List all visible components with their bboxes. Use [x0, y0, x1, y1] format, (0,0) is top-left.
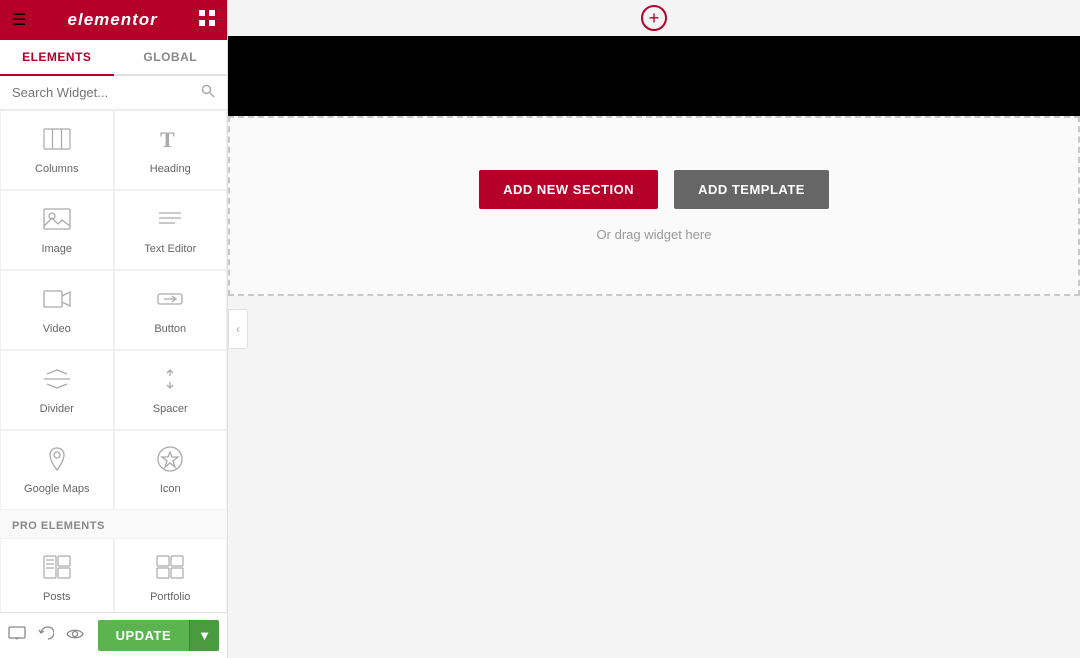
heading-icon: T — [156, 125, 184, 157]
widget-divider-label: Divider — [40, 403, 74, 415]
black-header-section — [228, 36, 1080, 116]
widget-portfolio-label: Portfolio — [150, 591, 190, 603]
svg-text:T: T — [160, 127, 175, 152]
search-bar — [0, 76, 227, 110]
main-canvas: + ADD NEW SECTION ADD TEMPLATE Or drag w… — [228, 0, 1080, 658]
search-icon[interactable] — [201, 84, 215, 101]
button-icon — [156, 285, 184, 317]
update-button-group: UPDATE ▼ — [98, 620, 219, 651]
widget-icon[interactable]: Icon — [114, 430, 228, 510]
divider-icon — [43, 365, 71, 397]
add-new-section-button[interactable]: ADD NEW SECTION — [479, 170, 658, 209]
widget-icon-label: Icon — [160, 483, 181, 495]
widget-google-maps-label: Google Maps — [24, 483, 89, 495]
widget-heading[interactable]: T Heading — [114, 110, 228, 190]
tab-global[interactable]: GLOBAL — [114, 40, 228, 74]
add-template-button[interactable]: ADD TEMPLATE — [674, 170, 829, 209]
widget-text-editor[interactable]: Text Editor — [114, 190, 228, 270]
image-icon — [43, 205, 71, 237]
widget-spacer[interactable]: Spacer — [114, 350, 228, 430]
undo-icon[interactable] — [38, 626, 54, 645]
icon-widget-icon — [156, 445, 184, 477]
pro-elements-label: PRO ELEMENTS — [0, 510, 227, 538]
add-section-top[interactable]: + — [228, 0, 1080, 36]
update-arrow-button[interactable]: ▼ — [189, 620, 219, 651]
widget-image[interactable]: Image — [0, 190, 114, 270]
google-maps-icon — [43, 445, 71, 477]
elements-grid: Columns T Heading — [0, 110, 227, 510]
bottom-bar: UPDATE ▼ — [0, 612, 227, 658]
bottom-icons — [8, 626, 84, 645]
elementor-logo: elementor — [68, 10, 158, 30]
sidebar: ☰ elementor ELEMENTS GLOBAL — [0, 0, 228, 658]
spacer-icon — [156, 365, 184, 397]
widget-video-label: Video — [43, 323, 71, 335]
widget-google-maps[interactable]: Google Maps — [0, 430, 114, 510]
tab-elements[interactable]: ELEMENTS — [0, 40, 114, 76]
drag-hint: Or drag widget here — [597, 227, 712, 242]
pro-elements-grid: Posts Portfolio — [0, 538, 227, 612]
video-icon — [43, 285, 71, 317]
widget-columns-label: Columns — [35, 163, 78, 175]
eye-icon[interactable] — [66, 627, 84, 645]
widget-text-editor-label: Text Editor — [144, 243, 196, 255]
widget-spacer-label: Spacer — [153, 403, 188, 415]
widget-divider[interactable]: Divider — [0, 350, 114, 430]
widget-heading-label: Heading — [150, 163, 191, 175]
portfolio-icon — [156, 553, 184, 585]
tab-bar: ELEMENTS GLOBAL — [0, 40, 227, 76]
search-input[interactable] — [12, 85, 201, 100]
posts-icon — [43, 553, 71, 585]
widget-portfolio[interactable]: Portfolio — [114, 538, 228, 612]
drop-area: ADD NEW SECTION ADD TEMPLATE Or drag wid… — [228, 116, 1080, 296]
desktop-icon[interactable] — [8, 626, 26, 645]
columns-icon — [43, 125, 71, 157]
collapse-sidebar-button[interactable]: ‹ — [228, 309, 248, 349]
top-bar: ☰ elementor — [0, 0, 227, 40]
widget-posts-label: Posts — [43, 591, 71, 603]
widget-button[interactable]: Button — [114, 270, 228, 350]
grid-icon[interactable] — [199, 10, 215, 31]
widget-video[interactable]: Video — [0, 270, 114, 350]
hamburger-icon[interactable]: ☰ — [12, 10, 26, 30]
widget-posts[interactable]: Posts — [0, 538, 114, 612]
widget-area: Columns T Heading — [0, 110, 227, 612]
plus-icon[interactable]: + — [641, 5, 667, 31]
widget-button-label: Button — [154, 323, 186, 335]
text-editor-icon — [156, 205, 184, 237]
action-buttons: ADD NEW SECTION ADD TEMPLATE — [479, 170, 829, 209]
widget-columns[interactable]: Columns — [0, 110, 114, 190]
widget-image-label: Image — [41, 243, 72, 255]
update-button[interactable]: UPDATE — [98, 620, 189, 651]
